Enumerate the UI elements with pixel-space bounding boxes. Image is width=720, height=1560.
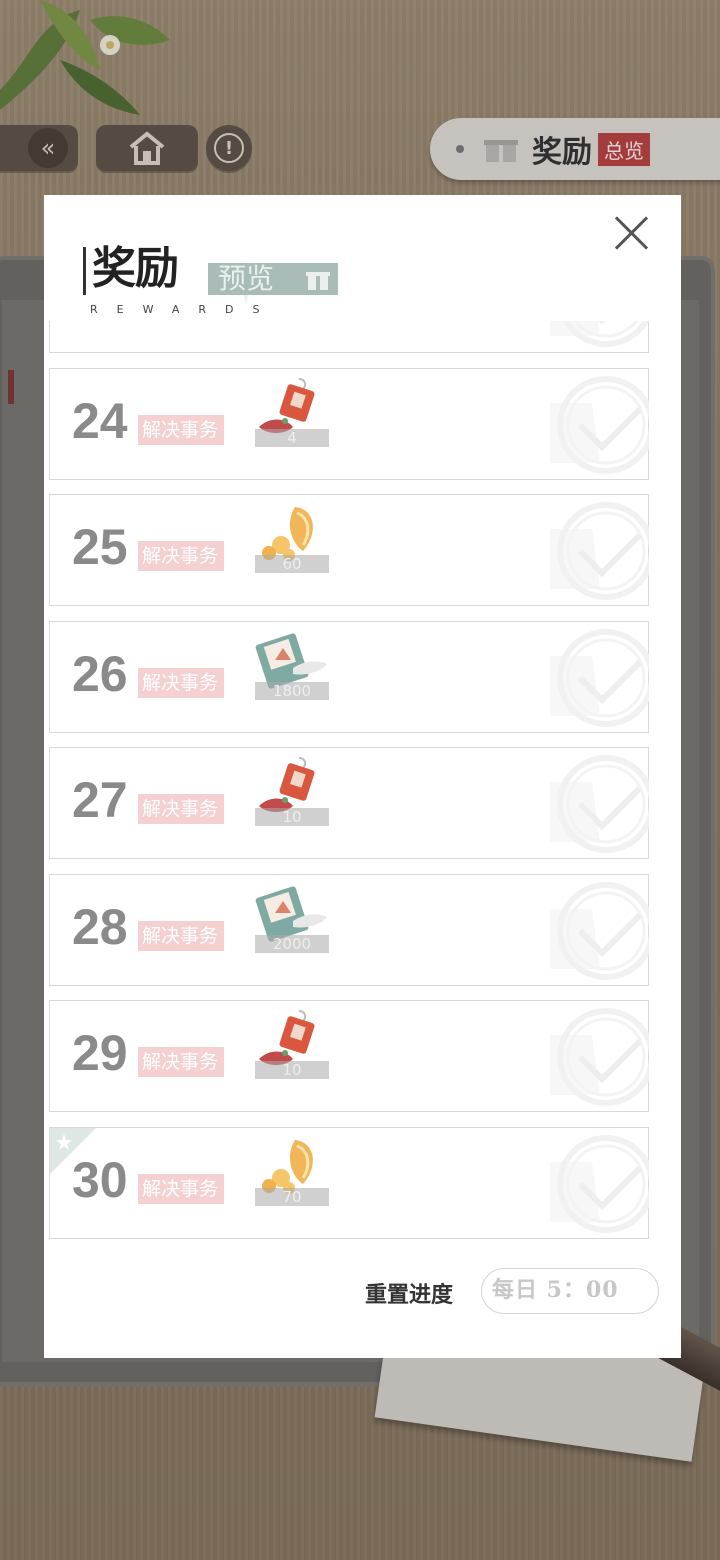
claim-check-icon: [550, 1132, 649, 1236]
coin-bag-icon[interactable]: [255, 321, 331, 322]
title-sub: 预览: [208, 263, 338, 295]
claim-check-icon: [550, 626, 649, 730]
title-main: 奖励: [92, 243, 179, 294]
reward-quantity: 4: [255, 428, 329, 447]
task-tag: 解决事务: [138, 667, 224, 698]
task-tag: 解决事务: [138, 541, 224, 571]
reward-quantity: 10: [255, 808, 329, 826]
reward-row: 24 解决事务 4: [49, 367, 649, 480]
reward-quantity: 2000: [255, 934, 329, 953]
day-number: 27: [72, 772, 128, 828]
reward-quantity: 70: [255, 1187, 329, 1206]
reward-row: 30 解决事务 70: [49, 1126, 649, 1239]
reward-row: 23解决事务: [49, 321, 649, 353]
reset-time: 每日 5：00: [481, 1268, 659, 1314]
claim-check-icon: [550, 499, 649, 603]
task-tag: 解决事务: [138, 414, 224, 445]
reward-row: 29 解决事务 10: [49, 1000, 649, 1112]
claim-check-icon: [550, 373, 649, 477]
claim-check-icon: [550, 752, 649, 856]
day-number: 26: [72, 645, 128, 702]
reward-row: 27 解决事务 10: [49, 747, 649, 859]
day-number: 23: [72, 321, 128, 322]
claim-check-icon: [550, 1005, 649, 1109]
reward-row: 26 解决事务 1800: [49, 620, 649, 733]
rewards-preview-modal: 奖励 预览 REWARDS 23解决事务24解决事务425解决事务6026解决事…: [44, 195, 681, 1358]
task-tag: 解决事务: [138, 1173, 224, 1204]
title-accent-bar: [83, 247, 86, 295]
task-tag: 解决事务: [138, 920, 224, 951]
day-number: 24: [72, 392, 128, 449]
reward-quantity: 60: [255, 555, 329, 573]
day-number: 29: [72, 1025, 128, 1081]
reward-quantity: 10: [255, 1061, 329, 1079]
title-english: REWARDS: [90, 303, 279, 316]
day-number: 30: [72, 1151, 128, 1208]
close-button[interactable]: [613, 215, 649, 251]
claim-check-icon: [550, 321, 649, 350]
reward-quantity: 1800: [255, 681, 329, 700]
task-tag: 解决事务: [138, 1047, 224, 1077]
title-sub-text: 预览: [218, 262, 275, 295]
reset-label: 重置进度: [365, 1282, 454, 1308]
claim-check-icon: [550, 879, 649, 983]
reward-row: 25 解决事务 60: [49, 494, 649, 606]
gift-icon: [306, 272, 330, 290]
day-number: 28: [72, 898, 128, 955]
reward-list[interactable]: 23解决事务24解决事务425解决事务6026解决事务180027解决事务102…: [49, 321, 649, 1241]
task-tag: 解决事务: [138, 794, 224, 824]
day-number: 25: [72, 519, 128, 575]
reward-row: 28 解决事务 2000: [49, 873, 649, 986]
modal-title: 奖励 预览 REWARDS: [80, 239, 380, 319]
